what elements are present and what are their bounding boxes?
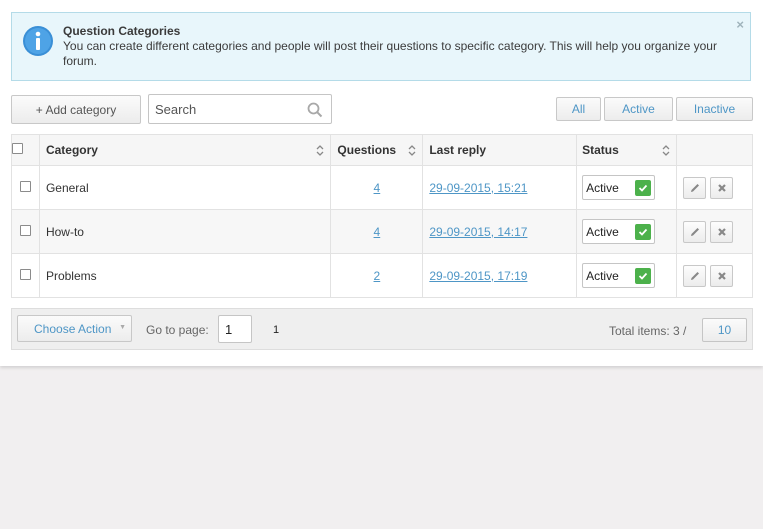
sort-arrows-icon[interactable] xyxy=(408,144,416,157)
info-title: Question Categories xyxy=(63,24,181,38)
row-checkbox[interactable] xyxy=(19,268,31,280)
last-reply-cell: 29-09-2015, 14:17 xyxy=(422,209,578,254)
add-category-button[interactable]: + Add category xyxy=(11,95,141,124)
status-select[interactable]: Active xyxy=(582,219,656,244)
goto-label: Go to page: xyxy=(146,323,209,337)
x-icon xyxy=(717,183,726,192)
edit-button[interactable] xyxy=(683,220,706,243)
filter-all-button[interactable]: All xyxy=(556,97,601,121)
check-icon xyxy=(635,267,652,284)
questions-count-link[interactable]: 4 xyxy=(374,225,381,239)
table-header-row: Category Questions Last reply Status xyxy=(11,134,753,166)
table-row: How-to 4 29-09-2015, 14:17 Active xyxy=(11,209,753,254)
header-category[interactable]: Category xyxy=(38,134,332,166)
per-page-button[interactable]: 10 xyxy=(702,318,747,342)
delete-button[interactable] xyxy=(710,176,733,199)
select-all-cell xyxy=(11,134,40,166)
questions-count-link[interactable]: 4 xyxy=(374,181,381,195)
category-name: Problems xyxy=(38,253,332,298)
goto-page-input[interactable] xyxy=(218,315,252,343)
choose-action-dropdown[interactable]: Choose Action ▼ xyxy=(17,315,132,342)
status-select[interactable]: Active xyxy=(582,175,656,200)
status-select[interactable]: Active xyxy=(582,263,656,288)
search-box xyxy=(148,94,332,124)
pencil-icon xyxy=(690,227,699,236)
status-value: Active xyxy=(586,180,619,195)
select-all-checkbox[interactable] xyxy=(12,143,23,155)
status-cell: Active xyxy=(576,209,677,254)
header-status[interactable]: Status xyxy=(576,134,677,166)
filter-active-button[interactable]: Active xyxy=(604,97,673,121)
edit-button[interactable] xyxy=(683,176,706,199)
search-icon[interactable] xyxy=(307,102,323,118)
check-icon xyxy=(635,223,652,240)
choose-action-label: Choose Action xyxy=(34,321,112,336)
delete-button[interactable] xyxy=(710,264,733,287)
header-last-reply[interactable]: Last reply xyxy=(422,134,578,166)
last-reply-cell: 29-09-2015, 15:21 xyxy=(422,165,578,210)
status-cell: Active xyxy=(576,165,677,210)
main-panel: Question Categories You can create diffe… xyxy=(0,0,763,366)
page-link[interactable]: 1 xyxy=(273,324,279,336)
sort-arrows-icon[interactable] xyxy=(662,144,670,157)
close-icon[interactable]: × xyxy=(736,17,744,32)
x-icon xyxy=(717,271,726,280)
row-select-cell xyxy=(11,209,40,254)
status-cell: Active xyxy=(576,253,677,298)
status-value: Active xyxy=(586,224,619,239)
info-circle-icon xyxy=(23,26,53,56)
info-text: You can create different categories and … xyxy=(63,39,717,68)
table-row: Problems 2 29-09-2015, 17:19 Active xyxy=(11,253,753,298)
filter-inactive-button[interactable]: Inactive xyxy=(676,97,753,121)
header-last-reply-label: Last reply xyxy=(429,143,487,157)
edit-button[interactable] xyxy=(683,264,706,287)
category-name: General xyxy=(38,165,332,210)
status-value: Active xyxy=(586,268,619,283)
pencil-icon xyxy=(690,183,699,192)
pencil-icon xyxy=(690,271,699,280)
header-questions-label: Questions xyxy=(337,143,397,157)
header-questions[interactable]: Questions xyxy=(330,134,424,166)
header-actions xyxy=(676,134,753,166)
search-input[interactable] xyxy=(155,100,305,118)
total-items: Total items: 3 / xyxy=(609,324,687,338)
check-icon xyxy=(635,179,652,196)
sort-arrows-icon[interactable] xyxy=(316,144,324,157)
last-reply-link[interactable]: 29-09-2015, 14:17 xyxy=(429,225,527,239)
questions-cell: 4 xyxy=(330,165,424,210)
last-reply-link[interactable]: 29-09-2015, 17:19 xyxy=(429,269,527,283)
questions-cell: 4 xyxy=(330,209,424,254)
header-category-label: Category xyxy=(45,143,98,157)
row-checkbox[interactable] xyxy=(19,180,31,192)
row-checkbox[interactable] xyxy=(19,224,31,236)
actions-cell xyxy=(676,165,753,210)
delete-button[interactable] xyxy=(710,220,733,243)
header-status-label: Status xyxy=(582,143,619,157)
categories-table: Category Questions Last reply Status Gen… xyxy=(11,134,753,298)
questions-count-link[interactable]: 2 xyxy=(374,269,381,283)
x-icon xyxy=(717,227,726,236)
table-footer: Choose Action ▼ Go to page: 1 Total item… xyxy=(11,308,753,350)
caret-down-icon: ▼ xyxy=(119,324,126,331)
info-box: Question Categories You can create diffe… xyxy=(11,12,751,81)
table-row: General 4 29-09-2015, 15:21 Active xyxy=(11,165,753,210)
questions-cell: 2 xyxy=(330,253,424,298)
category-name: How-to xyxy=(38,209,332,254)
row-select-cell xyxy=(11,165,40,210)
actions-cell xyxy=(676,209,753,254)
actions-cell xyxy=(676,253,753,298)
last-reply-cell: 29-09-2015, 17:19 xyxy=(422,253,578,298)
last-reply-link[interactable]: 29-09-2015, 15:21 xyxy=(429,181,527,195)
row-select-cell xyxy=(11,253,40,298)
